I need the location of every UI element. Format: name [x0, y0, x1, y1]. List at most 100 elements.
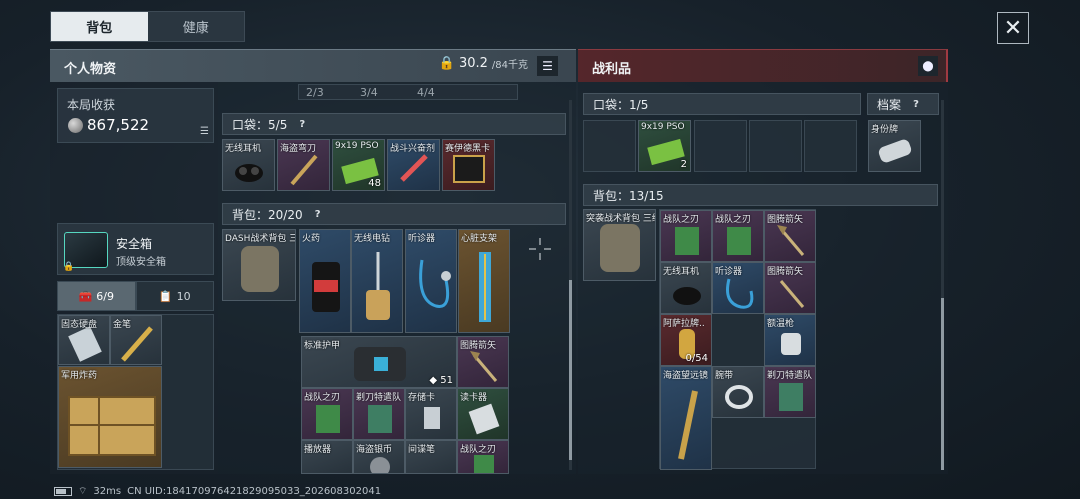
item-name: 火药 — [302, 234, 321, 244]
tab-toolbox-label: 6/9 — [96, 289, 114, 303]
item-gold-pen[interactable]: 金笔 — [110, 315, 162, 365]
loot-item-team-blade-2[interactable]: 战队之刃 — [712, 210, 764, 262]
item-name: 图腾箭矢 — [767, 267, 804, 277]
list-view-button[interactable]: ☰ — [537, 56, 558, 76]
item-name: 图腾箭矢 — [460, 341, 497, 351]
loot-pocket-bar: 口袋：1/5 — [583, 93, 861, 115]
item-team-blade-2[interactable]: 战队之刃 — [457, 440, 509, 474]
loot-item-asara-card[interactable]: 阿萨拉牌.. 0/54 — [660, 314, 712, 366]
explosive-crate-icon — [68, 396, 156, 456]
loot-scroll-thumb[interactable] — [941, 298, 944, 470]
loot-item-thermometer[interactable]: 额温枪 — [764, 314, 816, 366]
location-pin-button[interactable]: ⬤ — [918, 56, 938, 76]
shield-icon: ◆ — [429, 375, 441, 386]
item-heart-stent[interactable]: 心脏支架 — [458, 229, 510, 333]
item-name: 听诊器 — [715, 267, 743, 277]
weight-readout: 🔒 30.2 /84千克 — [439, 56, 528, 71]
side-tabs: 🧰 6/9 📋 10 — [57, 281, 214, 311]
close-button[interactable]: ✕ — [997, 12, 1029, 44]
loot-item-earbuds[interactable]: 无线耳机 — [660, 262, 712, 314]
item-combat-stim[interactable]: 战斗兴奋剂 — [387, 139, 440, 191]
loot-item-pirate-spyglass[interactable]: 海盗望远镜 — [660, 366, 712, 470]
item-name: 战队之刃 — [460, 445, 497, 455]
item-dash-backpack[interactable]: DASH战术背包 三级 — [222, 229, 296, 301]
backpack-bar: 背包：20/20 ? — [222, 203, 566, 225]
loot-item-team-blade[interactable]: 战队之刃 — [660, 210, 712, 262]
gunpowder-icon — [312, 262, 340, 312]
equip-slots-row — [298, 84, 518, 100]
loot-pocket-slot[interactable] — [749, 120, 802, 172]
item-name: 剃刀特遣队 — [356, 393, 402, 403]
loot-item-totem-arrow-2[interactable]: 图腾箭矢 — [764, 262, 816, 314]
earnings-value: 867,522 — [87, 116, 150, 134]
item-name: 赛伊德黑卡 — [445, 144, 491, 154]
armor-durability: ◆ 51 — [429, 375, 453, 386]
item-card-reader[interactable]: 读卡器 — [457, 388, 509, 440]
slot-count-1: 2/3 — [306, 86, 324, 99]
loot-item-totem-arrow[interactable]: 图腾箭矢 — [764, 210, 816, 262]
loot-pocket-slot[interactable] — [583, 120, 636, 172]
loot-item-razor-squad[interactable]: 剃刀特遣队 — [764, 366, 816, 418]
toolbox-icon: 🧰 — [78, 289, 93, 303]
item-name: 突袭战术背包 三级 — [586, 214, 656, 224]
item-name: 无线耳机 — [663, 267, 700, 277]
slot-count-3: 4/4 — [417, 86, 435, 99]
item-ssd[interactable]: 固态硬盘 — [58, 315, 110, 365]
loot-item-dog-tag[interactable]: 身份牌 — [868, 120, 921, 172]
help-icon[interactable]: ? — [909, 97, 923, 111]
item-name: 播放器 — [304, 445, 332, 455]
loot-backpack-bar: 背包：13/15 — [583, 184, 938, 206]
item-name: 金笔 — [113, 320, 132, 330]
item-name: 战队之刃 — [715, 215, 752, 225]
loot-pocket-slot[interactable] — [804, 120, 857, 172]
tab-toolbox[interactable]: 🧰 6/9 — [57, 281, 136, 311]
item-standard-armor[interactable]: 标准护甲 ◆ 51 — [301, 336, 457, 388]
item-team-blade[interactable]: 战队之刃 — [301, 388, 353, 440]
help-icon[interactable]: ? — [311, 207, 325, 221]
backpack-label: 背包：20/20 — [232, 207, 303, 222]
item-player[interactable]: 播放器 — [301, 440, 353, 474]
item-spy-pen[interactable]: 间谍笔 — [405, 440, 457, 474]
item-stethoscope[interactable]: 听诊器 — [405, 229, 457, 333]
coin-icon — [68, 117, 83, 133]
item-name: 剃刀特遣队 — [767, 371, 813, 381]
tab-backpack[interactable]: 背包 — [51, 12, 148, 41]
tab-clipboard[interactable]: 📋 10 — [135, 281, 214, 311]
item-name: 战队之刃 — [304, 393, 341, 403]
loot-title: 战利品 — [592, 62, 632, 77]
weight-value: 30.2 — [458, 56, 488, 71]
loot-item-stethoscope[interactable]: 听诊器 — [712, 262, 764, 314]
earnings-menu-icon[interactable]: ☰ — [200, 126, 209, 137]
item-name: DASH战术背包 三级 — [225, 234, 295, 244]
item-ammo-9x19[interactable]: 9x19 PSO 48 — [332, 139, 385, 191]
help-icon[interactable]: ? — [295, 117, 309, 131]
personal-title: 个人物资 — [64, 62, 117, 77]
loot-pocket-slot[interactable] — [694, 120, 747, 172]
item-wireless-drill[interactable]: 无线电钻 — [351, 229, 403, 333]
item-wireless-earbuds[interactable]: 无线耳机 — [222, 139, 275, 191]
item-name: 图腾箭矢 — [767, 215, 804, 225]
item-gunpowder[interactable]: 火药 — [299, 229, 351, 333]
loot-item-ammo-9x19[interactable]: 9x19 PSO 2 — [638, 120, 691, 172]
loot-item-raid-backpack[interactable]: 突袭战术背包 三级 — [583, 209, 656, 281]
tab-health[interactable]: 健康 — [148, 12, 245, 41]
item-explosive[interactable]: 军用炸药 — [58, 366, 162, 468]
safe-box-slot[interactable]: 🔒 安全箱 顶级安全箱 — [57, 223, 214, 275]
item-razor-squad[interactable]: 剃刀特遣队 — [353, 388, 405, 440]
item-pirate-machete[interactable]: 海盗弯刀 — [277, 139, 330, 191]
item-name: 固态硬盘 — [61, 320, 98, 330]
item-name: 战斗兴奋剂 — [390, 144, 436, 154]
item-pirate-coin[interactable]: 海盗银币 — [353, 440, 405, 474]
inventory-scroll-thumb[interactable] — [569, 280, 572, 460]
item-name: 军用炸药 — [61, 371, 98, 381]
item-name: 海盗弯刀 — [280, 144, 317, 154]
spyglass-icon — [678, 390, 698, 460]
earnings-label: 本局收获 — [67, 98, 116, 112]
item-totem-arrow[interactable]: 图腾箭矢 — [457, 336, 509, 388]
item-count: 48 — [368, 178, 381, 189]
item-name: 无线电钻 — [354, 234, 391, 244]
item-name: 心脏支架 — [461, 234, 498, 244]
loot-item-wristband[interactable]: 腕带 — [712, 366, 764, 418]
item-memory-card[interactable]: 存储卡 — [405, 388, 457, 440]
item-black-card[interactable]: 赛伊德黑卡 — [442, 139, 495, 191]
